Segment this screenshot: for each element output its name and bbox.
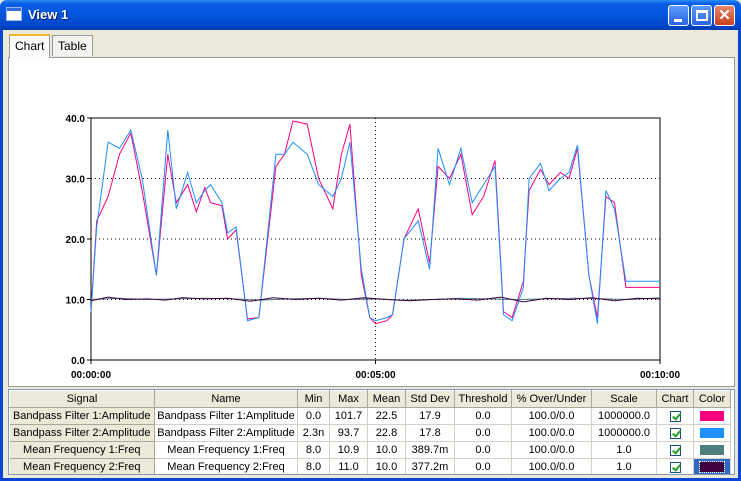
cell-name: Mean Frequency 2:Freq [154, 458, 298, 474]
window-title: View 1 [28, 7, 69, 22]
minimize-icon [674, 19, 682, 22]
x-tick-label: 00:10:00 [640, 370, 680, 381]
maximize-button[interactable] [691, 5, 712, 26]
chart-visible-checkbox[interactable] [669, 444, 681, 456]
cell-min: 8.0 [297, 458, 330, 474]
color-swatch[interactable] [700, 411, 724, 422]
cell-threshold: 0.0 [454, 407, 512, 425]
cell-max: 93.7 [329, 424, 368, 442]
signal-grid: Signal Name Min Max Mean Std Dev Threshold% Ov… [9, 390, 731, 474]
x-tick-label: 00:00:00 [71, 370, 111, 381]
cell-scale: 1000000.0 [591, 424, 657, 442]
cell-mean: 10.0 [367, 441, 406, 459]
cell-chart [656, 424, 694, 442]
window-icon[interactable] [6, 7, 22, 21]
close-button[interactable]: ✕ [714, 5, 735, 26]
cell-min: 2.3n [297, 424, 330, 442]
x-tick-label: 00:05:00 [355, 370, 395, 381]
signal-table: Signal Name Min Max Mean Std Dev Threshold% Ov… [8, 389, 735, 475]
cell-color[interactable] [693, 458, 731, 474]
chart-visible-checkbox[interactable] [669, 461, 681, 473]
column-header[interactable]: Mean [367, 390, 406, 408]
color-swatch[interactable] [699, 461, 725, 474]
chart-visible-checkbox[interactable] [669, 410, 681, 422]
table-row[interactable]: Mean Frequency 2:Freq Mean Frequency 2:Fr… [9, 458, 731, 474]
cell-mean: 10.0 [367, 458, 406, 474]
cell-signal[interactable]: Bandpass Filter 2:Amplitude [9, 424, 155, 442]
cell-name: Bandpass Filter 1:Amplitude [154, 407, 298, 425]
app-window: View 1 ✕ Chart Table 0.0 10.0 20.0 30.0 40.0… [0, 0, 741, 481]
column-header[interactable]: Chart [656, 390, 694, 408]
cell-over: 100.0/0.0 [511, 458, 592, 474]
title-bar[interactable]: View 1 ✕ [0, 0, 741, 30]
cell-threshold: 0.0 [454, 458, 512, 474]
cell-signal[interactable]: Bandpass Filter 1:Amplitude [9, 407, 155, 425]
cell-over: 100.0/0.0 [511, 424, 592, 442]
color-swatch[interactable] [700, 428, 724, 439]
y-tick-label: 40.0 [66, 114, 86, 125]
cell-std: 377.2m [405, 458, 455, 474]
column-header[interactable]: Color [693, 390, 731, 408]
client-area: Chart Table 0.0 10.0 20.0 30.0 40.0 00:00:00 0… [3, 30, 738, 478]
cell-color[interactable] [693, 424, 731, 442]
column-header[interactable]: % Over/Under [511, 390, 592, 408]
chart-visible-checkbox[interactable] [669, 427, 681, 439]
cell-over: 100.0/0.0 [511, 441, 592, 459]
cell-chart [656, 458, 694, 474]
cell-color[interactable] [693, 407, 731, 425]
cell-chart [656, 407, 694, 425]
cell-threshold: 0.0 [454, 441, 512, 459]
maximize-icon [696, 10, 708, 21]
cell-color[interactable] [693, 441, 731, 459]
column-header[interactable]: Min [297, 390, 330, 408]
y-tick-label: 10.0 [66, 296, 86, 307]
tab-table[interactable]: Table [52, 35, 93, 56]
cell-threshold: 0.0 [454, 424, 512, 442]
cell-signal[interactable]: Mean Frequency 1:Freq [9, 441, 155, 459]
table-row[interactable]: Bandpass Filter 1:Amplitude Bandpass Filt… [9, 407, 731, 425]
cell-over: 100.0/0.0 [511, 407, 592, 425]
cell-scale: 1000000.0 [591, 407, 657, 425]
cell-scale: 1.0 [591, 458, 657, 474]
cell-std: 17.9 [405, 407, 455, 425]
cell-std: 17.8 [405, 424, 455, 442]
y-tick-label: 0.0 [71, 356, 85, 367]
cell-chart [656, 441, 694, 459]
cell-name: Mean Frequency 1:Freq [154, 441, 298, 459]
column-header[interactable]: Scale [591, 390, 657, 408]
cell-mean: 22.5 [367, 407, 406, 425]
column-header[interactable]: Std Dev [405, 390, 455, 408]
table-row[interactable]: Mean Frequency 1:Freq Mean Frequency 1:Fr… [9, 441, 731, 459]
cell-max: 101.7 [329, 407, 368, 425]
column-header[interactable]: Signal [9, 390, 155, 408]
cell-min: 8.0 [297, 441, 330, 459]
column-header[interactable]: Max [329, 390, 368, 408]
y-tick-label: 30.0 [66, 175, 86, 186]
table-header-row: Signal Name Min Max Mean Std Dev Threshold% Ov… [9, 390, 731, 408]
table-row[interactable]: Bandpass Filter 2:Amplitude Bandpass Filt… [9, 424, 731, 442]
cell-signal[interactable]: Mean Frequency 2:Freq [9, 458, 155, 474]
close-icon: ✕ [718, 7, 731, 24]
line-chart[interactable]: 0.0 10.0 20.0 30.0 40.0 00:00:00 00:05:00 00:10… [9, 58, 734, 386]
y-tick-label: 20.0 [66, 235, 86, 246]
cell-std: 389.7m [405, 441, 455, 459]
cell-name: Bandpass Filter 2:Amplitude [154, 424, 298, 442]
column-header[interactable]: Threshold [454, 390, 512, 408]
minimize-button[interactable] [668, 5, 689, 26]
cell-scale: 1.0 [591, 441, 657, 459]
cell-min: 0.0 [297, 407, 330, 425]
tab-chart[interactable]: Chart [9, 34, 51, 58]
cell-mean: 22.8 [367, 424, 406, 442]
cell-max: 11.0 [329, 458, 368, 474]
chart-panel: 0.0 10.0 20.0 30.0 40.0 00:00:00 00:05:00 00:10… [8, 57, 735, 387]
cell-max: 10.9 [329, 441, 368, 459]
column-header[interactable]: Name [154, 390, 298, 408]
color-swatch[interactable] [700, 445, 724, 456]
